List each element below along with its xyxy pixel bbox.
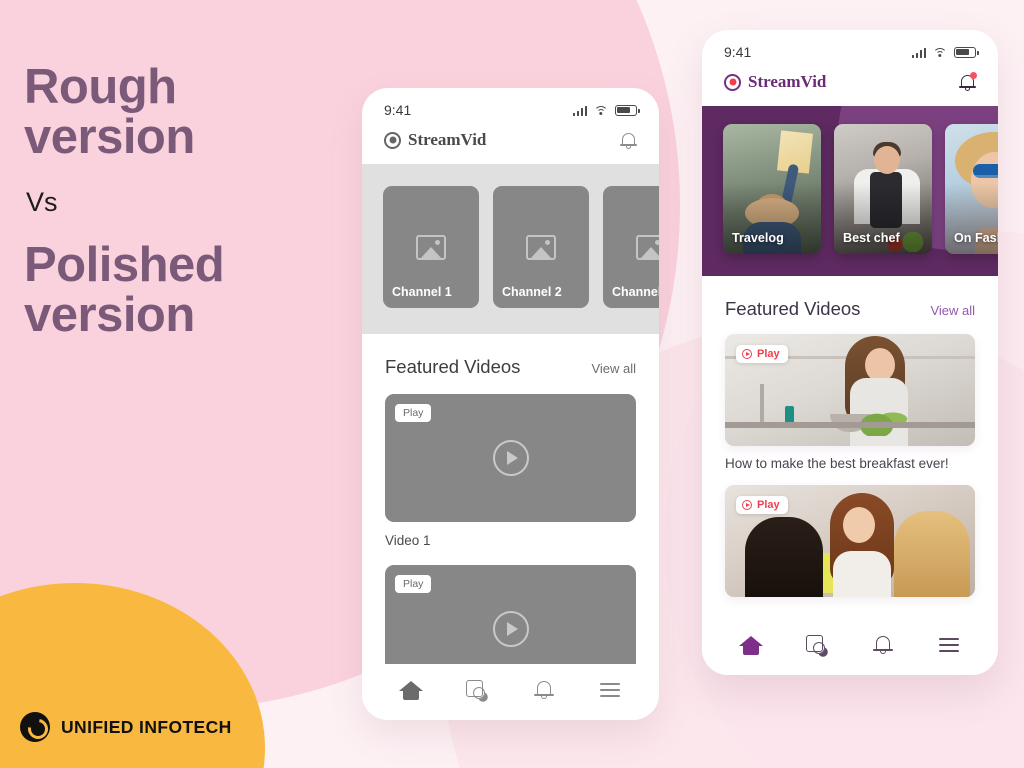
app-header: StreamVid	[362, 122, 659, 164]
streamvid-logo-icon	[724, 73, 741, 91]
channel-card-label: Channel 3	[612, 285, 659, 299]
headline-rough-line1: Rough	[24, 60, 177, 114]
view-all-link[interactable]: View all	[591, 361, 636, 376]
search-document-icon	[465, 678, 489, 702]
slide-canvas: Rough version Vs Polished version UNIFIE…	[0, 0, 1024, 768]
cellular-signal-icon	[572, 105, 587, 116]
headline-polished-line2: version	[24, 288, 195, 343]
image-placeholder-icon	[526, 234, 556, 260]
hamburger-menu-icon	[598, 678, 622, 702]
unified-u-icon	[20, 712, 50, 742]
featured-section-header: Featured Videos View all	[362, 334, 659, 378]
channel-card-label: On Fashi	[954, 231, 998, 245]
image-placeholder-icon	[416, 234, 446, 260]
notification-bell-icon[interactable]	[959, 71, 977, 92]
battery-icon	[615, 104, 640, 116]
play-circle-icon	[742, 349, 752, 359]
headline-rough: Rough version	[24, 62, 344, 163]
featured-section-header: Featured Videos View all	[702, 276, 998, 320]
status-bar: 9:41	[362, 88, 659, 122]
home-icon	[739, 633, 763, 657]
notification-badge-dot	[970, 71, 977, 79]
nav-item-menu[interactable]	[598, 678, 622, 702]
wifi-icon	[933, 47, 947, 58]
play-badge[interactable]: Play	[395, 575, 432, 593]
app-logo: StreamVid	[384, 130, 486, 150]
channel-card[interactable]: On Fashi	[945, 124, 998, 254]
bottom-navigation	[702, 619, 998, 675]
brand-footer: UNIFIED INFOTECH	[20, 712, 232, 742]
headline-block: Rough version Vs Polished version	[24, 62, 344, 341]
play-circle-icon	[742, 500, 752, 510]
nav-item-home[interactable]	[399, 678, 424, 702]
channel-card-label: Best chef	[843, 231, 900, 245]
headline-rough-line2: version	[24, 110, 195, 165]
play-badge[interactable]: Play	[736, 345, 788, 363]
channel-card-label: Channel 2	[502, 285, 562, 299]
nav-item-notifications[interactable]	[871, 633, 895, 657]
notification-bell-icon[interactable]	[620, 131, 637, 150]
nav-item-search[interactable]	[465, 678, 489, 702]
video-card[interactable]: Play	[385, 394, 636, 522]
play-badge-label: Play	[757, 348, 780, 360]
channel-card[interactable]: Channel 3	[603, 186, 659, 308]
hamburger-menu-icon	[937, 633, 961, 657]
cellular-signal-icon	[911, 47, 926, 58]
play-badge[interactable]: Play	[736, 496, 788, 514]
streamvid-logo-icon	[384, 131, 401, 149]
bell-icon	[871, 633, 895, 657]
channel-card-label: Travelog	[732, 231, 784, 245]
image-placeholder-icon	[636, 234, 659, 260]
video-title: Video 1	[385, 533, 431, 548]
featured-section-title: Featured Videos	[385, 356, 521, 377]
featured-section-title: Featured Videos	[725, 298, 861, 319]
status-time: 9:41	[384, 102, 412, 118]
nav-item-menu[interactable]	[937, 633, 961, 657]
play-circle-icon[interactable]	[492, 611, 529, 647]
status-time: 9:41	[724, 44, 752, 60]
wifi-icon	[594, 105, 608, 116]
channel-banner: Travelog Best chef On Fash	[702, 106, 998, 276]
featured-videos-list: Play How to make the best breakfast ever…	[702, 320, 998, 597]
play-badge-label: Play	[757, 499, 780, 511]
battery-icon	[954, 46, 979, 58]
channel-card[interactable]: Channel 1	[383, 186, 479, 308]
status-icons	[572, 104, 640, 116]
play-circle-icon[interactable]	[492, 440, 529, 476]
channel-card[interactable]: Travelog	[723, 124, 821, 254]
nav-item-home[interactable]	[739, 633, 763, 657]
headline-polished-line1: Polished	[24, 237, 225, 292]
brand-name: UNIFIED INFOTECH	[61, 716, 232, 737]
bottom-navigation	[362, 664, 659, 720]
video-title: How to make the best breakfast ever!	[725, 456, 949, 471]
status-bar: 9:41	[702, 30, 998, 64]
home-icon	[399, 678, 424, 702]
play-badge[interactable]: Play	[395, 404, 432, 422]
channel-card[interactable]: Best chef	[834, 124, 932, 254]
app-header: StreamVid	[702, 64, 998, 106]
channel-carousel[interactable]: Travelog Best chef On Fash	[702, 106, 998, 254]
channel-card[interactable]: Channel 2	[493, 186, 589, 308]
search-document-icon	[805, 633, 829, 657]
app-logo: StreamVid	[724, 72, 826, 92]
nav-item-notifications[interactable]	[532, 678, 556, 702]
polished-version-phone-mockup: 9:41 StreamVid Travelog Best chef On Fas…	[702, 30, 998, 675]
headline-vs: Vs	[26, 186, 58, 217]
headline-polished: Polished version	[24, 240, 344, 341]
rough-version-phone-mockup: 9:41 StreamVid Channel 1 Channel 2 Chann…	[362, 88, 659, 720]
bell-icon	[532, 678, 556, 702]
status-icons	[911, 46, 979, 58]
channel-card-label: Channel 1	[392, 285, 452, 299]
video-card[interactable]: Play	[725, 334, 975, 446]
app-logo-text: StreamVid	[408, 130, 487, 149]
view-all-link[interactable]: View all	[930, 303, 975, 318]
nav-item-search[interactable]	[805, 633, 829, 657]
app-logo-text: StreamVid	[748, 72, 827, 91]
featured-videos-list: Play Video 1 Play	[362, 378, 659, 693]
channel-carousel[interactable]: Channel 1 Channel 2 Channel 3	[362, 164, 659, 334]
video-card[interactable]: Play	[725, 485, 975, 597]
